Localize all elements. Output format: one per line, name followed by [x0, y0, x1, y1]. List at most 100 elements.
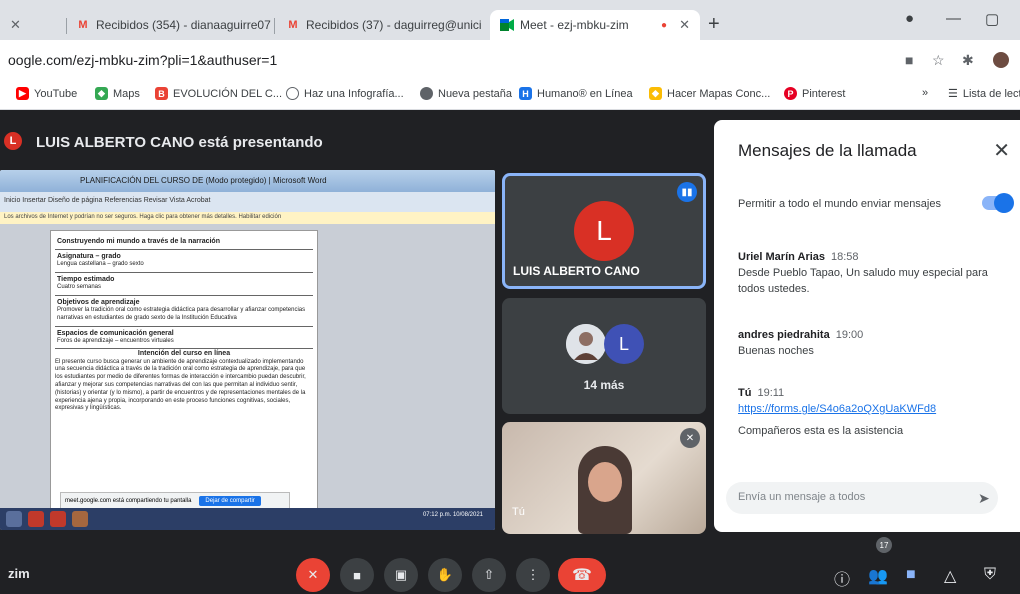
presenter-bar: L LUIS ALBERTO CANO está presentando	[0, 110, 700, 170]
bookmark-maps[interactable]: ◆ Maps	[95, 87, 140, 100]
minimize-icon[interactable]: —	[946, 10, 961, 27]
activities-icon[interactable]: △	[944, 566, 956, 586]
chat-panel: Mensajes de la llamada ✕ Permitir a todo…	[714, 120, 1020, 532]
shared-message-bar: Los archivos de Internet y podrían no se…	[0, 212, 495, 224]
tab-gmail-2[interactable]: M Recibidos (37) - daguirreg@unici ✕	[276, 10, 486, 40]
globe-icon	[420, 87, 433, 100]
avatar: L	[574, 201, 634, 261]
raise-hand-button[interactable]: ✋	[428, 558, 462, 592]
close-icon[interactable]: ✕	[993, 138, 1010, 163]
send-icon[interactable]: ➤	[978, 490, 990, 507]
camera-icon[interactable]: ■	[905, 52, 913, 68]
tab-title: Recibidos (354) - dianaaguirre07	[96, 18, 271, 32]
reading-list-button[interactable]: ☰ Lista de lect	[948, 87, 1020, 101]
gmail-icon: M	[288, 19, 298, 31]
bookmark-youtube[interactable]: ▶ YouTube	[16, 87, 77, 100]
mic-toggle-button[interactable]: ✕	[296, 558, 330, 592]
participant-tile-self[interactable]: ✕ Tú	[502, 422, 706, 534]
host-controls-icon[interactable]: ⛨	[984, 566, 996, 584]
doc-section-title: Intención del curso en línea	[137, 350, 231, 358]
bookmark-humano[interactable]: H Humano® en Línea	[519, 87, 633, 100]
allow-messages-label: Permitir a todo el mundo enviar mensajes	[738, 198, 941, 210]
doc-row-text: Foros de aprendizaje – encuentros virtua…	[57, 337, 174, 344]
meeting-controls: zim ✕ ■ ▣ ✋ ⇧ ⋮ ☎ ⓘ 👥 ■ △ ⛨	[0, 544, 1020, 594]
bookmark-pinterest[interactable]: P Pinterest	[784, 87, 845, 100]
people-icon[interactable]: 👥	[868, 566, 888, 586]
bookmark-label: Hacer Mapas Conc...	[667, 87, 771, 100]
maps-icon: ◆	[95, 87, 108, 100]
browser-tab-bar: ✕ M Recibidos (354) - dianaaguirre07 ✕ M…	[0, 0, 1020, 40]
camera-toggle-button[interactable]: ■	[340, 558, 374, 592]
message-time: 19:00	[835, 329, 864, 341]
shared-screen[interactable]: PLANIFICACIÓN DEL CURSO DE (Modo protegi…	[0, 170, 495, 530]
sharing-notification-text: meet.google.com está compartiendo tu pan…	[65, 498, 192, 504]
mic-off-icon: ✕	[680, 428, 700, 448]
attendance-link[interactable]: https://forms.gle/S4o6a2oQXgUaKWFd8	[738, 403, 936, 415]
doc-row-text: Cuatro semanas	[57, 284, 102, 291]
speaking-icon: ▮▮	[677, 182, 697, 202]
shared-window-title: PLANIFICACIÓN DEL CURSO DE (Modo protegi…	[0, 170, 495, 192]
doc-row: Construyendo mi mundo a través de la nar…	[55, 235, 313, 251]
message-sender: Tú	[738, 387, 752, 399]
profile-icon[interactable]: ●	[905, 10, 914, 27]
tab-close-partial[interactable]: ✕	[0, 10, 28, 40]
chat-input[interactable]: Envía un mensaje a todos	[726, 482, 998, 514]
info-icon[interactable]: ⓘ	[834, 566, 850, 590]
message-time: 19:11	[757, 387, 785, 399]
message-text: Buenas noches	[738, 344, 814, 357]
avatar[interactable]	[993, 52, 1009, 68]
bookmark-label: Nueva pestaña	[438, 87, 512, 100]
address-bar: oogle.com/ezj-mbku-zim?pli=1&authuser=1 …	[0, 40, 1020, 80]
close-icon[interactable]: ✕	[10, 17, 21, 33]
allow-messages-toggle[interactable]	[982, 193, 1014, 213]
more-participants-label: 14 más	[583, 378, 625, 392]
stop-sharing-button[interactable]: Dejar de compartir	[199, 496, 261, 506]
taskbar-app-icon	[50, 511, 66, 527]
maximize-icon[interactable]: ▢	[985, 10, 999, 28]
close-icon[interactable]: ✕	[679, 17, 690, 33]
chat-title: Mensajes de la llamada	[738, 141, 917, 160]
extensions-icon[interactable]: ✱	[962, 52, 974, 69]
chat-icon[interactable]: ■	[906, 566, 916, 584]
bookmark-infografia[interactable]: Haz una Infografía...	[286, 87, 404, 100]
taskbar-app-icon	[28, 511, 44, 527]
bookmarks-bar: ▶ YouTube ◆ Maps B EVOLUCIÓN DEL C... Ha…	[0, 80, 1020, 110]
avatar: L	[604, 324, 644, 364]
bookmark-label: Humano® en Línea	[537, 87, 633, 100]
tab-title: Meet - ezj-mbku-zim	[520, 18, 629, 32]
bookmark-evolucion[interactable]: B EVOLUCIÓN DEL C...	[155, 87, 282, 100]
url-field[interactable]: oogle.com/ezj-mbku-zim?pli=1&authuser=1	[8, 52, 277, 68]
more-options-button[interactable]: ⋮	[516, 558, 550, 592]
doc-body: El presente curso busca generar un ambie…	[55, 358, 306, 412]
captions-button[interactable]: ▣	[384, 558, 418, 592]
doc-row-heading: Asignatura – grado	[57, 253, 121, 261]
tab-meet[interactable]: Meet - ezj-mbku-zim ● ✕	[490, 10, 700, 40]
star-icon[interactable]: ☆	[932, 52, 945, 69]
new-tab-button[interactable]: +	[708, 13, 720, 36]
bookmark-mapas-icon: ◆	[649, 87, 662, 100]
clock-icon	[286, 87, 299, 100]
youtube-icon: ▶	[16, 87, 29, 100]
bookmark-nueva-pestana[interactable]: Nueva pestaña	[420, 87, 512, 100]
mic-off-icon: ✕	[307, 567, 319, 582]
reading-list-label: Lista de lect	[962, 87, 1020, 100]
present-button[interactable]: ⇧	[472, 558, 506, 592]
doc-row-text: Promover la tradición oral como estrateg…	[57, 306, 306, 321]
avatar	[566, 324, 606, 364]
pinterest-icon: P	[784, 87, 797, 100]
meeting-code: zim	[8, 566, 30, 581]
more-vert-icon: ⋮	[526, 567, 540, 582]
bookmark-b-icon: B	[155, 87, 168, 100]
bookmark-mapas[interactable]: ◆ Hacer Mapas Conc...	[649, 87, 770, 100]
bookmarks-overflow-button[interactable]: »	[922, 87, 928, 99]
avatar: L	[4, 132, 22, 150]
bookmark-label: Pinterest	[802, 87, 846, 100]
leave-call-button[interactable]: ☎	[558, 558, 606, 592]
reading-list-icon: ☰	[948, 88, 958, 100]
participant-tile-more[interactable]: L 14 más	[502, 298, 706, 414]
doc-row-heading: Espacios de comunicación general	[57, 329, 174, 337]
tab-gmail-1[interactable]: M Recibidos (354) - dianaaguirre07 ✕	[66, 10, 271, 40]
bookmark-label: YouTube	[34, 87, 78, 100]
participant-tile-presenter[interactable]: L LUIS ALBERTO CANO ▮▮	[502, 173, 706, 289]
taskbar-app-icon	[6, 511, 22, 527]
